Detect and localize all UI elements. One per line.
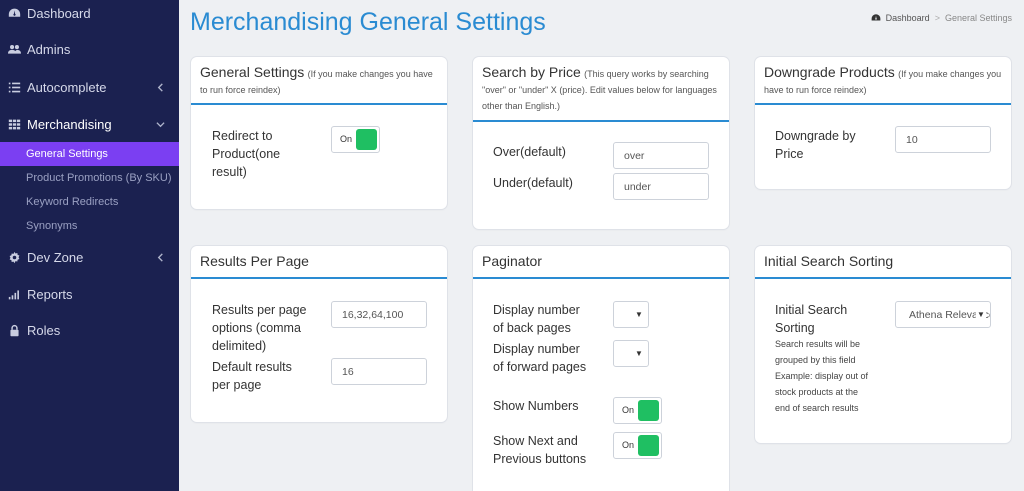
sidebar-subitem-label: Keyword Redirects xyxy=(26,196,119,208)
over-default-label: Over(default) xyxy=(493,145,566,159)
results-options-input[interactable]: 16,32,64,100 xyxy=(331,301,427,328)
card-title: Initial Search Sorting xyxy=(764,253,894,269)
chevron-left-icon xyxy=(156,82,165,92)
sidebar-subitem-keyword-redirects[interactable]: Keyword Redirects xyxy=(0,190,179,214)
downgrade-by-price-input[interactable]: 10 xyxy=(895,126,991,153)
forward-pages-label: Display number of forward pages xyxy=(493,342,587,374)
card-title: Downgrade Products xyxy=(764,64,895,80)
sidebar-item-label: Reports xyxy=(27,286,73,302)
chevron-down-icon xyxy=(156,120,165,129)
under-default-input[interactable]: under xyxy=(613,173,709,200)
sidebar-item-label: Merchandising xyxy=(27,116,112,132)
initial-sorting-select[interactable]: Athena Relevance ▼ xyxy=(895,301,991,328)
default-results-label: Default results per page xyxy=(212,360,292,392)
downgrade-products-card: Downgrade Products (If you make changes … xyxy=(755,57,1011,189)
sidebar-item-reports[interactable]: Reports xyxy=(0,283,179,305)
card-title: General Settings xyxy=(200,64,305,80)
general-settings-card: General Settings (If you make changes yo… xyxy=(191,57,447,209)
sidebar-subitem-label: General Settings xyxy=(26,148,108,160)
show-numbers-label: Show Numbers xyxy=(493,399,579,413)
results-options-label: Results per page options (comma delimite… xyxy=(212,303,307,353)
toggle-state: On xyxy=(340,134,353,144)
list-icon xyxy=(8,81,21,94)
next-previous-label: Show Next and Previous buttons xyxy=(493,434,587,466)
downgrade-by-price-label: Downgrade by Price xyxy=(775,129,856,161)
sidebar-item-dev-zone[interactable]: Dev Zone xyxy=(0,246,179,268)
toggle-state: On xyxy=(622,405,635,415)
toggle-knob xyxy=(638,435,659,456)
dropdown-arrow-icon: ▼ xyxy=(976,309,986,321)
lock-icon xyxy=(8,324,21,337)
show-numbers-toggle[interactable]: On xyxy=(613,397,662,424)
sidebar-item-label: Roles xyxy=(27,322,61,338)
sidebar-subitem-general-settings[interactable]: General Settings xyxy=(0,142,179,166)
sidebar-subitem-synonyms[interactable]: Synonyms xyxy=(0,214,179,238)
toggle-state: On xyxy=(622,440,635,450)
results-per-page-card: Results Per Page Results per page option… xyxy=(191,246,447,422)
sidebar-item-label: Admins xyxy=(27,41,71,57)
sidebar-item-autocomplete[interactable]: Autocomplete xyxy=(0,76,179,98)
back-pages-select[interactable]: ▼ xyxy=(613,301,649,328)
card-header: Downgrade Products (If you make changes … xyxy=(755,57,1011,105)
breadcrumb: Dashboard > General Settings xyxy=(871,13,1012,23)
sidebar-item-label: Dashboard xyxy=(27,5,91,21)
chevron-left-icon xyxy=(156,252,165,262)
card-header: Search by Price (This query works by sea… xyxy=(473,57,729,122)
toggle-knob xyxy=(638,400,659,421)
toggle-knob xyxy=(356,129,377,150)
sidebar-item-label: Autocomplete xyxy=(27,79,107,95)
initial-sorting-label: Initial Search Sorting xyxy=(775,303,848,335)
card-title: Results Per Page xyxy=(200,253,309,269)
sidebar-item-roles[interactable]: Roles xyxy=(0,319,179,341)
gear-icon xyxy=(8,251,21,264)
redirect-to-product-toggle[interactable]: On xyxy=(331,126,380,153)
sidebar-item-dashboard[interactable]: Dashboard xyxy=(0,2,179,24)
sidebar: Dashboard Admins Autocomplete Merchandis… xyxy=(0,0,179,491)
sidebar-item-merchandising[interactable]: Merchandising xyxy=(0,113,179,135)
grid-icon xyxy=(8,118,21,131)
dashboard-icon xyxy=(871,13,881,23)
breadcrumb-current: General Settings xyxy=(944,13,1012,23)
over-default-input[interactable]: over xyxy=(613,142,709,169)
back-pages-label: Display number of back pages xyxy=(493,303,580,335)
card-header: Initial Search Sorting xyxy=(755,246,1011,279)
breadcrumb-separator: > xyxy=(934,13,940,23)
dashboard-icon xyxy=(8,7,21,20)
sidebar-subitem-product-promotions[interactable]: Product Promotions (By SKU) xyxy=(0,166,179,190)
forward-pages-select[interactable]: ▼ xyxy=(613,340,649,367)
redirect-to-product-label: Redirect to Product(one result) xyxy=(212,129,281,179)
under-default-label: Under(default) xyxy=(493,176,573,190)
page-title: Merchandising General Settings xyxy=(190,8,546,36)
dropdown-arrow-icon: ▼ xyxy=(634,309,644,321)
breadcrumb-home-link[interactable]: Dashboard xyxy=(886,13,930,23)
initial-search-sorting-card: Initial Search Sorting Initial Search So… xyxy=(755,246,1011,443)
card-title: Search by Price xyxy=(482,64,581,80)
sidebar-subitem-label: Synonyms xyxy=(26,220,78,232)
search-by-price-card: Search by Price (This query works by sea… xyxy=(473,57,729,229)
sidebar-item-label: Dev Zone xyxy=(27,249,84,265)
sidebar-item-admins[interactable]: Admins xyxy=(0,38,179,60)
card-title: Paginator xyxy=(482,253,542,269)
card-header: General Settings (If you make changes yo… xyxy=(191,57,447,105)
default-results-input[interactable]: 16 xyxy=(331,358,427,385)
users-icon xyxy=(8,43,21,56)
next-previous-toggle[interactable]: On xyxy=(613,432,662,459)
card-header: Results Per Page xyxy=(191,246,447,279)
initial-sorting-help: Search results will be grouped by this f… xyxy=(775,339,869,413)
sidebar-subitem-label: Product Promotions (By SKU) xyxy=(26,172,172,184)
paginator-card: Paginator Display number of back pages ▼… xyxy=(473,246,729,491)
card-header: Paginator xyxy=(473,246,729,279)
bar-chart-icon xyxy=(8,288,21,301)
dropdown-arrow-icon: ▼ xyxy=(634,348,644,360)
